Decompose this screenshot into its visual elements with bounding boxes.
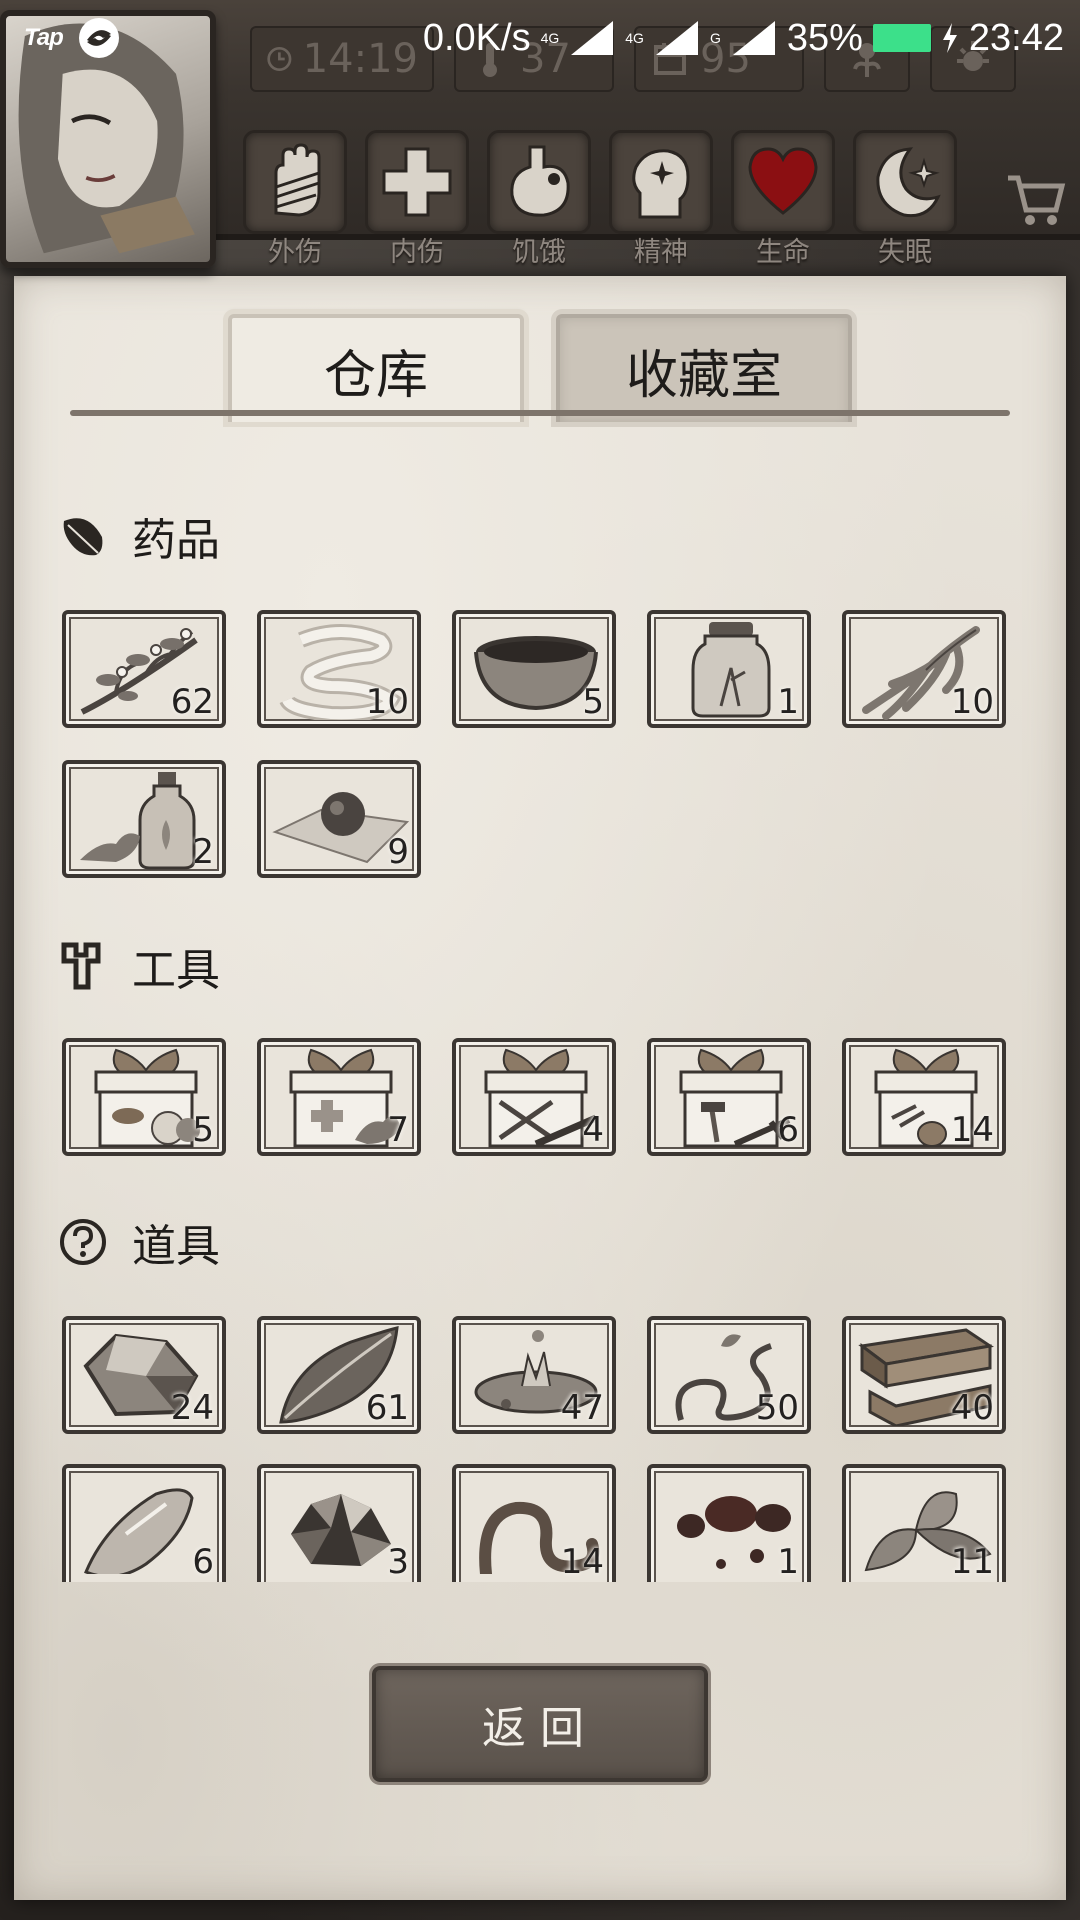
signal-1-icon [571, 21, 614, 55]
inventory-slot-mint[interactable]: 11 [842, 1464, 1006, 1582]
props-row-2: 6 3 14 1 11 [62, 1464, 1022, 1582]
head-sparkle-icon [632, 149, 690, 219]
section-title: 药品 [132, 515, 220, 566]
leaf-section-icon [63, 518, 103, 556]
item-quantity: 2 [192, 832, 214, 872]
shop-cart-icon[interactable] [1004, 168, 1068, 232]
status-label: 失眠 [878, 237, 932, 268]
item-quantity: 5 [582, 682, 604, 722]
item-quantity: 10 [365, 682, 409, 722]
status-external-injury[interactable]: 外伤 [242, 130, 348, 269]
inventory-slot-herb-jar[interactable]: 1 [647, 610, 811, 728]
moon-star-icon [876, 147, 941, 218]
bandaged-hand-icon [274, 143, 321, 217]
item-quantity: 6 [777, 1110, 799, 1150]
status-insomnia[interactable]: 失眠 [852, 130, 958, 269]
inventory-slot-medicine-bowl[interactable]: 5 [452, 610, 616, 728]
question-circle-icon [60, 1219, 106, 1265]
item-quantity: 14 [950, 1110, 994, 1150]
inventory-slot-pill[interactable]: 9 [257, 760, 421, 878]
section-title: 工具 [132, 945, 220, 996]
inventory-slot-leaf[interactable]: 61 [257, 1316, 421, 1434]
wrench-section-icon [61, 942, 101, 990]
tab-divider [70, 410, 1010, 416]
props-row-2-clip: 6 3 14 1 11 [62, 1464, 1022, 1582]
item-quantity: 40 [950, 1388, 994, 1428]
status-label: 生命 [756, 237, 810, 268]
item-quantity: 4 [582, 1110, 604, 1150]
section-title: 道具 [132, 1221, 220, 1272]
inventory-slot-ore[interactable]: 3 [257, 1464, 421, 1582]
inventory-slot-tool-box[interactable]: 6 [647, 1038, 811, 1156]
inventory-slot-bandage[interactable]: 10 [257, 610, 421, 728]
net-type-3: G [709, 30, 721, 46]
section-props-header: 道具 [58, 1210, 220, 1274]
signal-3-icon [732, 21, 775, 55]
inventory-slot-rope[interactable]: 14 [452, 1464, 616, 1582]
section-medicine-header: 药品 [58, 504, 220, 568]
item-quantity: 9 [387, 832, 409, 872]
item-quantity: 3 [387, 1542, 409, 1582]
item-quantity: 47 [560, 1388, 604, 1428]
item-quantity: 50 [755, 1388, 799, 1428]
net-type-2: 4G [625, 30, 644, 46]
status-label: 内伤 [390, 237, 444, 268]
back-button[interactable]: 返回 [372, 1666, 708, 1782]
stomach-icon [510, 145, 570, 217]
status-health[interactable]: 生命 [730, 130, 836, 269]
inventory-tabs: 仓库 收藏室 [228, 314, 852, 422]
inventory-slot-material-box[interactable]: 14 [842, 1038, 1006, 1156]
inventory-slot-vine[interactable]: 50 [647, 1316, 811, 1434]
medicine-row-2: 2 9 [62, 760, 421, 878]
status-icon-bar: 外伤 内伤 饥饿 精神 生命 失眠 [242, 130, 958, 269]
battery-percent: 35% [786, 16, 863, 59]
net-type-1: 4G [540, 30, 560, 46]
tab-warehouse[interactable]: 仓库 [228, 314, 524, 422]
inventory-slot-herb-branch[interactable]: 62 [62, 610, 226, 728]
inventory-panel: 仓库 收藏室 药品 62 10 5 1 10 2 9 工具 5 7 4 6 14… [14, 276, 1066, 1900]
item-quantity: 5 [192, 1110, 214, 1150]
item-quantity: 7 [387, 1110, 409, 1150]
status-label: 饥饿 [512, 237, 566, 268]
tools-row-1: 5 7 4 6 14 [62, 1038, 1006, 1156]
inventory-slot-ginseng[interactable]: 10 [842, 610, 1006, 728]
item-quantity: 24 [170, 1388, 214, 1428]
inventory-slot-stone[interactable]: 24 [62, 1316, 226, 1434]
item-quantity: 6 [192, 1542, 214, 1582]
section-tools-header: 工具 [58, 934, 220, 998]
status-spirit[interactable]: 精神 [608, 130, 714, 269]
tap-logo-icon [78, 18, 119, 58]
inventory-slot-flint[interactable]: 6 [62, 1464, 226, 1582]
tap-app-badge: Tap [24, 24, 64, 51]
medical-cross-icon [382, 147, 452, 217]
item-quantity: 61 [365, 1388, 409, 1428]
signal-2-icon [655, 21, 698, 55]
inventory-slot-blood[interactable]: 1 [647, 1464, 811, 1582]
status-internal-injury[interactable]: 内伤 [364, 130, 470, 269]
charging-icon [942, 23, 957, 53]
battery-icon [872, 24, 931, 52]
inventory-slot-food-box[interactable]: 5 [62, 1038, 226, 1156]
status-hunger[interactable]: 饥饿 [486, 130, 592, 269]
heart-icon [748, 147, 818, 215]
status-label: 外伤 [268, 237, 322, 268]
inventory-slot-weapon-box[interactable]: 4 [452, 1038, 616, 1156]
inventory-slot-water[interactable]: 47 [452, 1316, 616, 1434]
clock-time: 23:42 [968, 16, 1064, 59]
item-quantity: 11 [950, 1542, 994, 1582]
props-row-1: 24 61 47 50 40 [62, 1316, 1006, 1434]
status-label: 精神 [634, 237, 688, 268]
inventory-slot-wood[interactable]: 40 [842, 1316, 1006, 1434]
network-speed: 0.0K/s [422, 16, 531, 59]
item-quantity: 62 [170, 682, 214, 722]
item-quantity: 1 [777, 1542, 799, 1582]
status-bar: Tap 0.0K/s 4G 4G G 35% 23:42 [0, 0, 1080, 76]
item-quantity: 1 [777, 682, 799, 722]
tab-collection-room[interactable]: 收藏室 [556, 314, 852, 422]
medicine-row-1: 62 10 5 1 10 [62, 610, 1006, 728]
item-quantity: 10 [950, 682, 994, 722]
item-quantity: 14 [560, 1542, 604, 1582]
inventory-slot-medical-box[interactable]: 7 [257, 1038, 421, 1156]
inventory-slot-oil-bottle[interactable]: 2 [62, 760, 226, 878]
